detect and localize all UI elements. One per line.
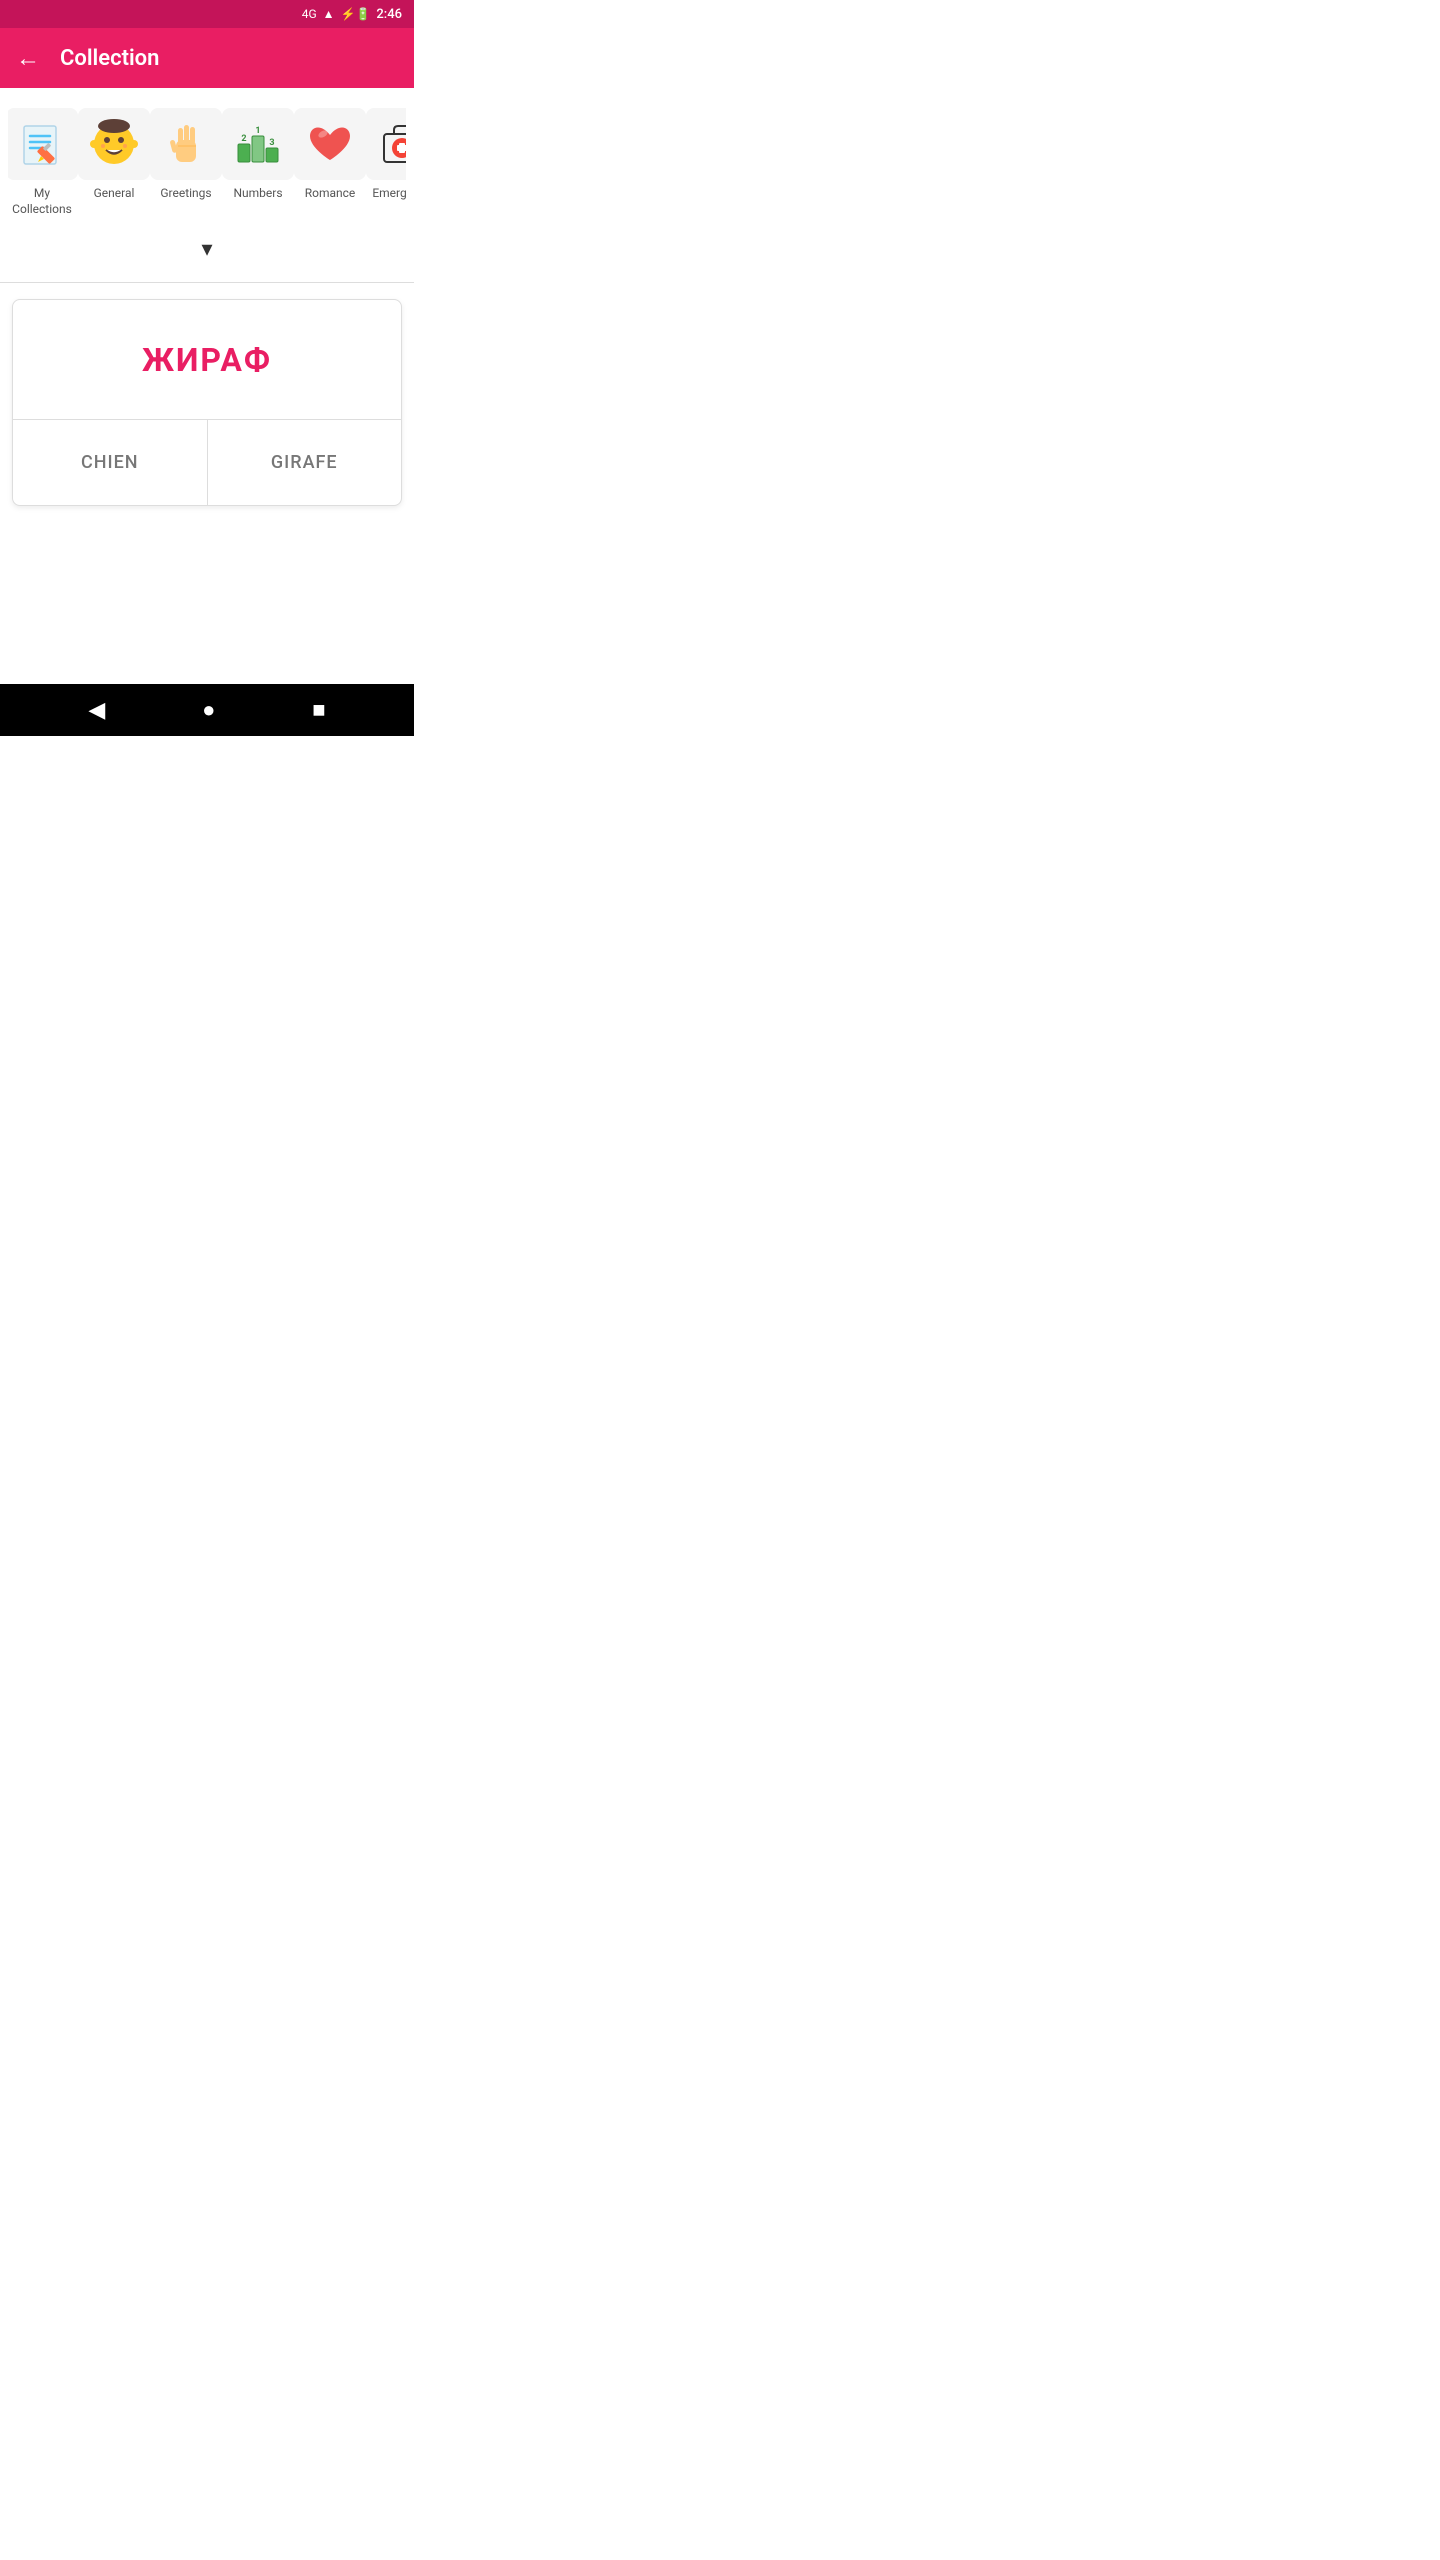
status-bar: 4G ▲ ⚡🔋 2:46 [0,0,414,28]
main-content: ЖИРАФ CHIEN GIRAFE [0,283,414,684]
pencil-paper-icon [16,118,68,170]
category-general[interactable]: General [80,104,148,221]
svg-text:1: 1 [255,126,260,136]
flashcard-option-1[interactable]: CHIEN [13,420,208,505]
romance-label: Romance [305,186,356,202]
category-numbers[interactable]: 2 1 3 Numbers [224,104,292,221]
categories-section: My Collections [0,88,414,282]
greetings-icon-wrapper [150,108,222,180]
svg-text:2: 2 [241,134,246,144]
app-bar-title: Collection [60,46,159,71]
network-icon: 4G [302,7,317,21]
flashcard-options: CHIEN GIRAFE [13,420,401,505]
emergency-label: Emergency [372,186,406,202]
chevron-row: ▾ [8,229,406,274]
hand-icon [160,118,212,170]
time-display: 2:46 [376,7,402,22]
romance-icon-wrapper [294,108,366,180]
svg-text:3: 3 [269,138,274,148]
flashcard-word: ЖИРАФ [142,341,272,379]
general-label: General [94,186,135,202]
heart-icon [304,118,356,170]
nav-recents-button[interactable]: ■ [304,689,333,731]
category-emergency[interactable]: Emergency [368,104,406,221]
nav-back-button[interactable]: ◀ [80,690,113,731]
flashcard-option-2-text: GIRAFE [271,452,338,473]
chevron-down-icon[interactable]: ▾ [201,237,212,262]
my-collections-icon-wrapper [8,108,78,180]
medical-icon [376,118,406,170]
bottom-nav: ◀ ● ■ [0,684,414,736]
numbers-label: Numbers [233,186,282,202]
back-button[interactable]: ← [16,46,40,70]
signal-icon: ▲ [323,7,335,21]
flashcard-top: ЖИРАФ [13,300,401,420]
app-bar: ← Collection [0,28,414,88]
category-romance[interactable]: Romance [296,104,364,221]
my-collections-label: My Collections [12,186,72,217]
category-my-collections[interactable]: My Collections [8,104,76,221]
face-icon [88,118,140,170]
general-icon-wrapper [78,108,150,180]
flashcard-option-1-text: CHIEN [81,452,139,473]
emergency-icon-wrapper [366,108,406,180]
battery-icon-status: ⚡🔋 [341,7,371,21]
numbers-icon: 2 1 3 [232,118,284,170]
flashcard[interactable]: ЖИРАФ CHIEN GIRAFE [12,299,402,506]
greetings-label: Greetings [160,186,211,202]
flashcard-option-2[interactable]: GIRAFE [208,420,402,505]
nav-home-button[interactable]: ● [194,689,223,731]
category-greetings[interactable]: Greetings [152,104,220,221]
categories-row: My Collections [8,104,406,229]
numbers-icon-wrapper: 2 1 3 [222,108,294,180]
